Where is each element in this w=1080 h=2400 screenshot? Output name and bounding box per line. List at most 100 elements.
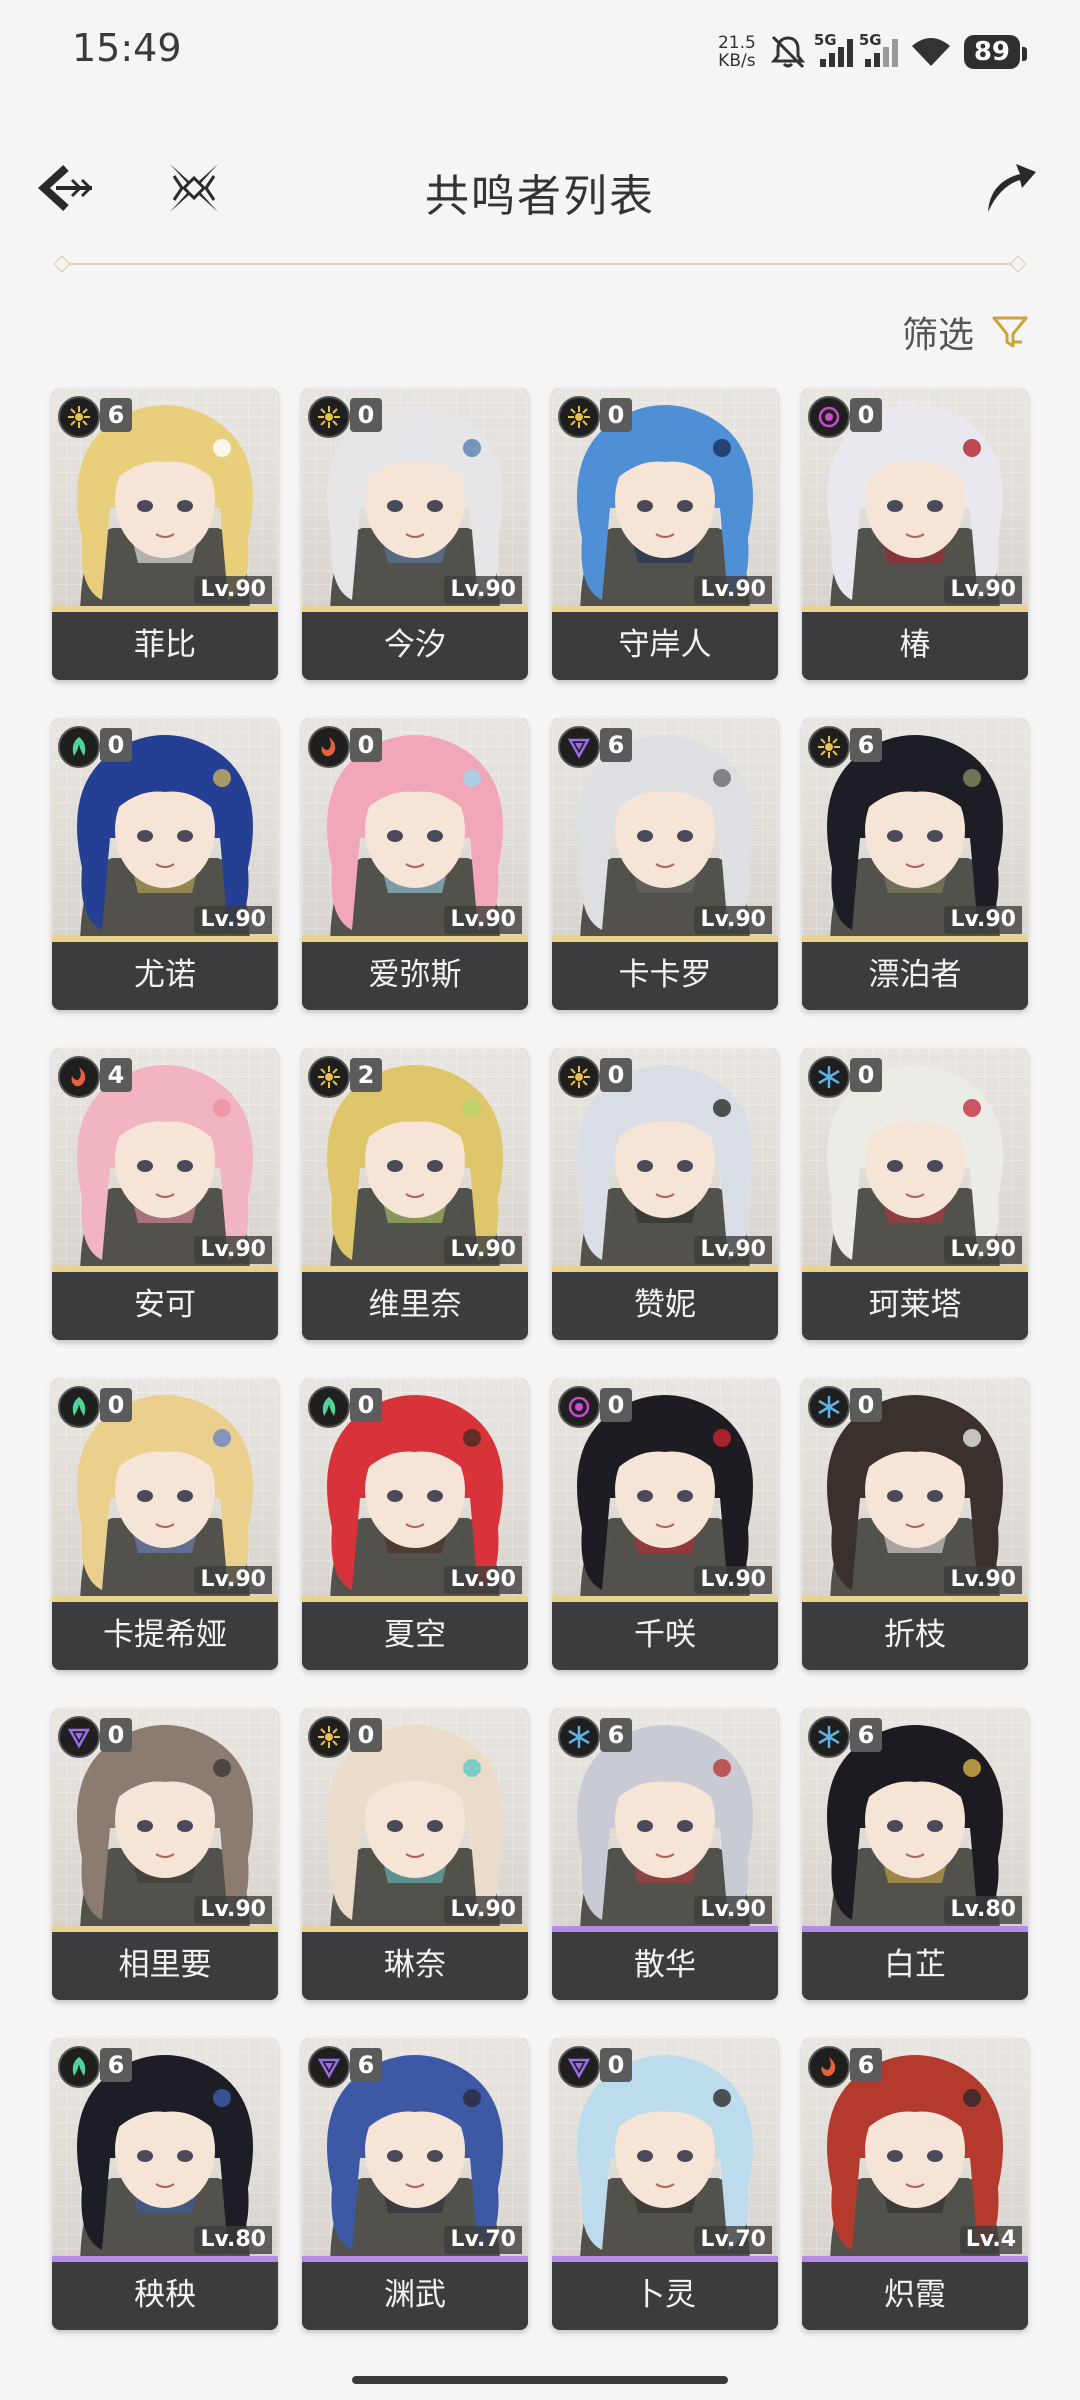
level-label: Lv.80 (944, 1896, 1022, 1924)
aero-element-icon (58, 2046, 100, 2088)
aero-element-icon (58, 1386, 100, 1428)
level-label: Lv.90 (444, 1236, 522, 1264)
character-card[interactable]: 6 Lv.80 白芷 (802, 1708, 1028, 2000)
glacio-element-icon (808, 1056, 850, 1098)
header-divider (53, 255, 1027, 273)
level-label: Lv.90 (194, 906, 272, 934)
character-card[interactable]: 0 Lv.90 今汐 (302, 388, 528, 680)
character-name: 相里要 (52, 1932, 278, 2000)
glacio-element-icon (808, 1716, 850, 1758)
character-card[interactable]: 0 Lv.90 爱弥斯 (302, 718, 528, 1010)
level-label: Lv.90 (444, 576, 522, 604)
character-name: 爱弥斯 (302, 942, 528, 1010)
level-label: Lv.90 (444, 1896, 522, 1924)
resonance-chain-badge: 0 (600, 1388, 632, 1422)
character-card[interactable]: 6 Lv.80 秧秧 (52, 2038, 278, 2330)
character-name: 白芷 (802, 1932, 1028, 2000)
filter-button[interactable]: 筛选 (902, 306, 1030, 358)
level-label: Lv.90 (194, 1236, 272, 1264)
character-portrait: 6 Lv.90 (552, 718, 778, 942)
character-name: 守岸人 (552, 612, 778, 680)
character-name: 维里奈 (302, 1272, 528, 1340)
electro-element-icon (558, 2046, 600, 2088)
fusion-element-icon (58, 1056, 100, 1098)
level-label: Lv.90 (694, 1236, 772, 1264)
status-icons: 21.5 KB/s 5G 5G 89 (718, 24, 1028, 80)
level-label: Lv.90 (444, 1566, 522, 1594)
character-name: 珂莱塔 (802, 1272, 1028, 1340)
character-portrait: 6 Lv.90 (802, 718, 1028, 942)
page-title: 共鸣者列表 (425, 171, 655, 222)
character-name: 卡卡罗 (552, 942, 778, 1010)
resonance-chain-badge: 2 (350, 1058, 382, 1092)
character-name: 尤诺 (52, 942, 278, 1010)
character-card[interactable]: 6 Lv.90 散华 (552, 1708, 778, 2000)
resonance-chain-badge: 6 (850, 728, 882, 762)
character-portrait: 6 Lv.70 (302, 2038, 528, 2262)
glacio-element-icon (558, 1716, 600, 1758)
character-name: 椿 (802, 612, 1028, 680)
character-card[interactable]: 0 Lv.90 卡提希娅 (52, 1378, 278, 1670)
net-speed-unit: KB/s (718, 51, 756, 71)
character-name: 散华 (552, 1932, 778, 2000)
character-portrait: 6 Lv.90 (552, 1708, 778, 1932)
character-name: 今汐 (302, 612, 528, 680)
character-portrait: 0 Lv.90 (52, 1708, 278, 1932)
character-card[interactable]: 0 Lv.90 椿 (802, 388, 1028, 680)
character-card[interactable]: 0 Lv.90 赞妮 (552, 1048, 778, 1340)
level-label: Lv.90 (944, 576, 1022, 604)
spectro-element-icon (308, 1716, 350, 1758)
resonance-chain-badge: 0 (100, 728, 132, 762)
character-portrait: 0 Lv.90 (52, 718, 278, 942)
character-card[interactable]: 6 Lv.90 菲比 (52, 388, 278, 680)
character-name: 漂泊者 (802, 942, 1028, 1010)
character-card[interactable]: 0 Lv.90 珂莱塔 (802, 1048, 1028, 1340)
character-card[interactable]: 0 Lv.90 琳奈 (302, 1708, 528, 2000)
electro-element-icon (58, 1716, 100, 1758)
level-label: Lv.70 (444, 2226, 522, 2254)
character-card[interactable]: 0 Lv.90 千咲 (552, 1378, 778, 1670)
character-name: 秧秧 (52, 2262, 278, 2330)
resonance-chain-badge: 0 (850, 1058, 882, 1092)
spectro-element-icon (558, 1056, 600, 1098)
character-name: 菲比 (52, 612, 278, 680)
character-card[interactable]: 0 Lv.90 折枝 (802, 1378, 1028, 1670)
share-icon[interactable] (976, 156, 1040, 220)
character-card[interactable]: 6 Lv.90 漂泊者 (802, 718, 1028, 1010)
glacio-element-icon (808, 1386, 850, 1428)
character-card[interactable]: 4 Lv.90 安可 (52, 1048, 278, 1340)
electro-element-icon (308, 2046, 350, 2088)
character-card[interactable]: 0 Lv.90 夏空 (302, 1378, 528, 1670)
character-portrait: 0 Lv.90 (802, 1048, 1028, 1272)
header: 共鸣者列表 (0, 130, 1080, 250)
battery-indicator: 89 (963, 35, 1028, 69)
character-card[interactable]: 6 Lv.70 渊武 (302, 2038, 528, 2330)
character-card[interactable]: 0 Lv.90 相里要 (52, 1708, 278, 2000)
resonance-chain-badge: 0 (350, 1388, 382, 1422)
character-name: 折枝 (802, 1602, 1028, 1670)
resonance-chain-badge: 0 (850, 1388, 882, 1422)
level-label: Lv.90 (694, 1896, 772, 1924)
resonance-chain-badge: 4 (100, 1058, 132, 1092)
resonance-chain-badge: 6 (850, 2048, 882, 2082)
level-label: Lv.90 (694, 1566, 772, 1594)
character-card[interactable]: 6 Lv.90 卡卡罗 (552, 718, 778, 1010)
character-card[interactable]: 0 Lv.90 尤诺 (52, 718, 278, 1010)
level-label: Lv.90 (194, 1566, 272, 1594)
home-indicator[interactable] (352, 2376, 728, 2384)
character-portrait: 0 Lv.90 (802, 1378, 1028, 1602)
character-card[interactable]: 2 Lv.90 维里奈 (302, 1048, 528, 1340)
resonance-chain-badge: 6 (100, 398, 132, 432)
resonance-chain-badge: 0 (850, 398, 882, 432)
character-portrait: 0 Lv.90 (552, 1378, 778, 1602)
character-portrait: 0 Lv.90 (52, 1378, 278, 1602)
havoc-element-icon (558, 1386, 600, 1428)
character-card[interactable]: 6 Lv.4 炽霞 (802, 2038, 1028, 2330)
level-label: Lv.90 (194, 576, 272, 604)
character-card[interactable]: 0 Lv.90 守岸人 (552, 388, 778, 680)
signal-1-icon: 5G (814, 31, 853, 67)
resonance-chain-badge: 0 (600, 2048, 632, 2082)
havoc-element-icon (808, 396, 850, 438)
character-card[interactable]: 0 Lv.70 卜灵 (552, 2038, 778, 2330)
spectro-element-icon (558, 396, 600, 438)
